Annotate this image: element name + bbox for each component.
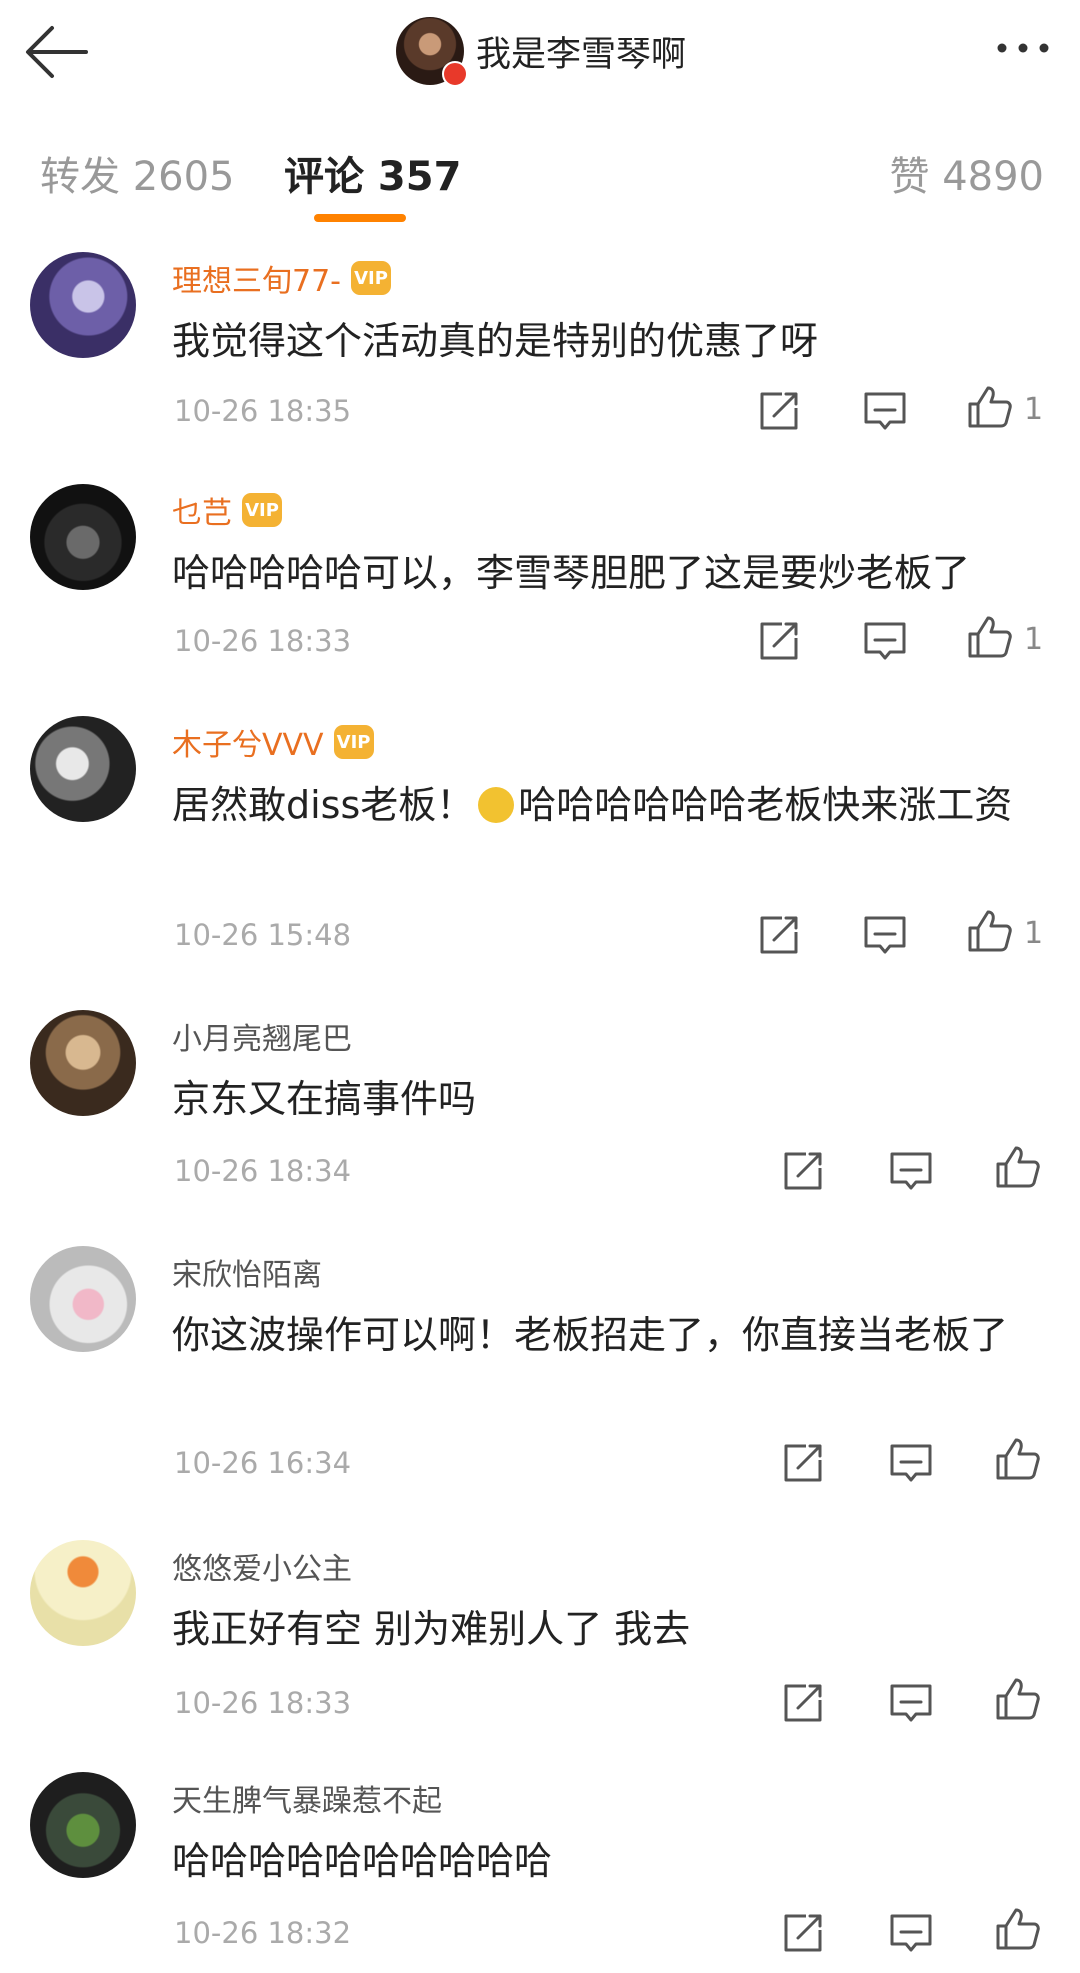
thumbs-up-icon[interactable] — [990, 1902, 1044, 1956]
thumbs-up-icon[interactable] — [990, 1672, 1044, 1726]
comment-icon[interactable] — [858, 908, 912, 962]
timestamp: 10-26 16:34 — [174, 1446, 352, 1480]
tab-repost[interactable]: 转发 2605 — [40, 144, 235, 202]
avatar[interactable] — [30, 484, 136, 590]
repost-icon[interactable] — [776, 1436, 830, 1490]
more-dots-icon[interactable] — [988, 28, 1058, 74]
thumbs-up-icon[interactable] — [962, 610, 1016, 664]
username[interactable]: 乜芑 VIP — [172, 488, 282, 532]
repost-icon[interactable] — [776, 1906, 830, 1960]
thumbs-up-icon[interactable] — [962, 380, 1016, 434]
timestamp: 10-26 18:32 — [174, 1916, 352, 1950]
comment-icon[interactable] — [884, 1436, 938, 1490]
top-bar: 我是李雪琴啊 — [0, 0, 1080, 110]
tab-likes[interactable]: 赞 4890 — [889, 144, 1044, 202]
laughing-emoji-icon — [478, 787, 515, 823]
vip-badge-icon: VIP — [351, 261, 391, 295]
timestamp: 10-26 15:48 — [174, 918, 352, 952]
timestamp: 10-26 18:34 — [174, 1154, 352, 1188]
tab-active-indicator — [314, 214, 406, 222]
repost-icon[interactable] — [752, 908, 806, 962]
comment-text: 居然敢diss老板！ 哈哈哈哈哈哈老板快来涨工资 — [172, 783, 1013, 827]
header-user[interactable]: 我是李雪琴啊 — [396, 16, 687, 87]
comment-text: 我觉得这个活动真的是特别的优惠了呀 — [172, 319, 819, 363]
vip-badge-icon: VIP — [242, 493, 282, 527]
comment-icon[interactable] — [884, 1906, 938, 1960]
timestamp: 10-26 18:35 — [174, 394, 352, 428]
repost-icon[interactable] — [752, 384, 806, 438]
repost-icon[interactable] — [752, 614, 806, 668]
username[interactable]: 宋欣怡陌离 — [172, 1250, 322, 1294]
comment-text: 哈哈哈哈哈可以，李雪琴胆肥了这是要炒老板了 — [172, 551, 971, 595]
comment-icon[interactable] — [884, 1676, 938, 1730]
avatar[interactable] — [30, 1010, 136, 1116]
timestamp: 10-26 18:33 — [174, 624, 352, 658]
comment-text: 我正好有空 别为难别人了 我去 — [172, 1607, 691, 1651]
username[interactable]: 天生脾气暴躁惹不起 — [172, 1776, 442, 1820]
avatar[interactable] — [30, 1540, 136, 1646]
username[interactable]: 小月亮翘尾巴 — [172, 1014, 352, 1058]
vip-badge-icon: VIP — [333, 725, 374, 759]
page-title: 我是李雪琴啊 — [476, 34, 687, 75]
back-arrow-icon[interactable] — [22, 20, 92, 84]
thumbs-up-icon[interactable] — [962, 904, 1016, 958]
avatar[interactable] — [30, 716, 136, 822]
verified-badge-icon — [442, 61, 468, 87]
username[interactable]: 理想三旬77- VIP — [172, 256, 391, 300]
repost-icon[interactable] — [776, 1144, 830, 1198]
like-count: 1 — [1024, 622, 1044, 657]
like-count: 1 — [1024, 916, 1044, 951]
thumbs-up-icon[interactable] — [990, 1432, 1044, 1486]
comment-text: 哈哈哈哈哈哈哈哈哈哈 — [172, 1839, 553, 1883]
avatar[interactable] — [30, 1246, 136, 1352]
repost-icon[interactable] — [776, 1676, 830, 1730]
tab-bar: 转发 2605 评论 357 赞 4890 — [0, 130, 1080, 230]
comment-icon[interactable] — [858, 384, 912, 438]
username[interactable]: 木子兮VVV VIP — [172, 720, 374, 764]
comment-icon[interactable] — [858, 614, 912, 668]
avatar[interactable] — [30, 252, 136, 358]
username[interactable]: 悠悠爱小公主 — [172, 1544, 352, 1588]
timestamp: 10-26 18:33 — [174, 1686, 352, 1720]
tab-comments[interactable]: 评论 357 — [284, 144, 461, 202]
comment-icon[interactable] — [884, 1144, 938, 1198]
like-count: 1 — [1024, 392, 1044, 427]
avatar[interactable] — [30, 1772, 136, 1878]
comment-text: 你这波操作可以啊！老板招走了，你直接当老板了 — [172, 1313, 1009, 1357]
comment-text: 京东又在搞事件吗 — [172, 1077, 477, 1121]
thumbs-up-icon[interactable] — [990, 1140, 1044, 1194]
avatar[interactable] — [396, 17, 468, 87]
